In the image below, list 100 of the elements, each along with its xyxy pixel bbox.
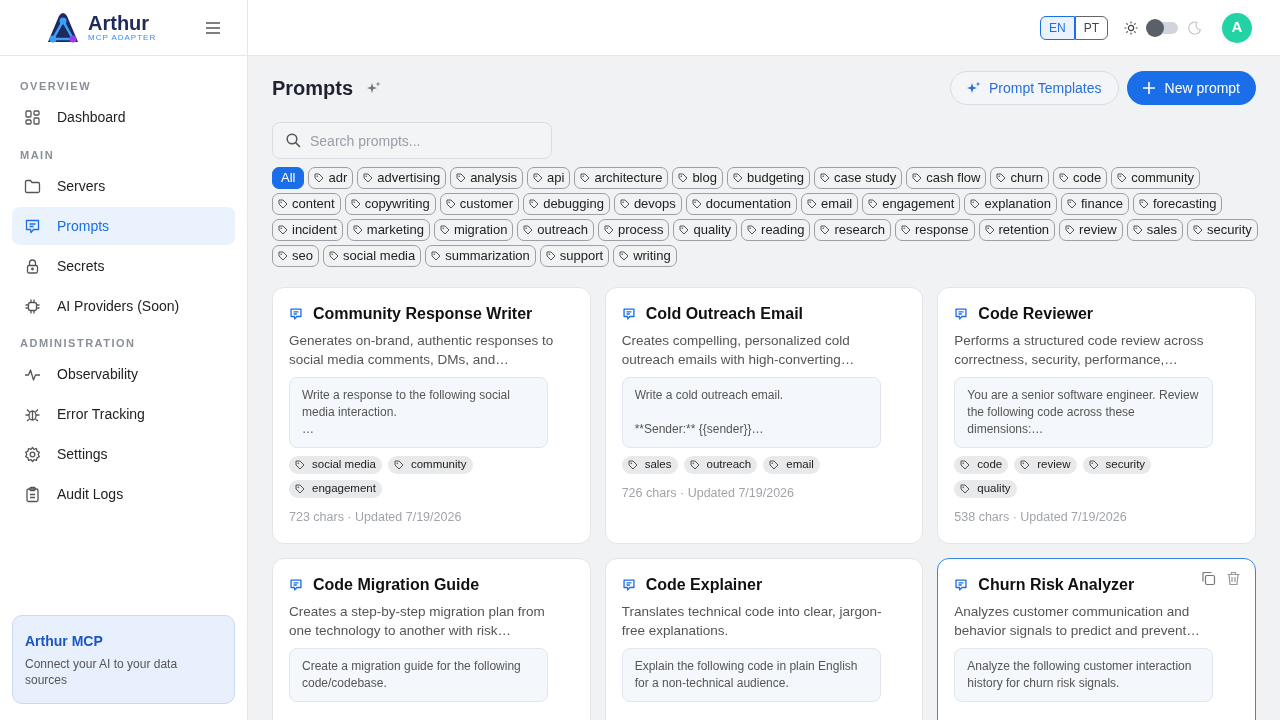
filter-chip[interactable]: process (597, 219, 670, 241)
sidebar-item[interactable]: Secrets (12, 247, 235, 285)
tag-icon (295, 484, 305, 494)
filter-chip[interactable]: api (527, 167, 571, 189)
filter-chip[interactable]: community (1111, 167, 1201, 189)
filter-chip[interactable]: review (1059, 219, 1123, 241)
filter-chip[interactable]: support (539, 245, 610, 267)
filter-chip[interactable]: budgeting (726, 167, 811, 189)
filter-chip[interactable]: security (1187, 219, 1258, 241)
filter-chip[interactable]: outreach (517, 219, 594, 241)
prompt-preview: Explain the following code in plain English for a non-technical audience. (621, 647, 881, 702)
sidebar-item[interactable]: Audit Logs (12, 475, 235, 514)
filter-chip[interactable]: retention (978, 219, 1056, 241)
tag-icon (868, 199, 879, 209)
section-label: OVERVIEW (19, 79, 93, 94)
filter-chip[interactable]: blog (672, 167, 723, 189)
menu-icon[interactable] (205, 20, 221, 35)
filter-chip[interactable]: architecture (574, 167, 669, 189)
filter-chip[interactable]: content (272, 193, 341, 215)
card-meta: 723 chars · Updated 7/19/2026 (289, 509, 463, 526)
chat-icon (24, 217, 41, 235)
copy-icon[interactable] (1201, 570, 1216, 586)
tag-icon (533, 173, 544, 183)
filter-chip[interactable]: All (272, 167, 305, 189)
tag-icon (278, 251, 288, 261)
filter-chip[interactable]: advertising (357, 167, 447, 189)
filter-chip[interactable]: migration (433, 219, 514, 241)
tag-icon (1058, 173, 1069, 183)
filter-chip[interactable]: engagement (862, 193, 961, 215)
tag-icon (603, 225, 614, 235)
filter-chip[interactable]: sales (1126, 219, 1184, 241)
tag-label: outreach (683, 456, 758, 474)
prompt-card[interactable]: Code Migration Guide Creates a step-by-step migration plan from one technology to another with risk… Create a migration guide for the following code/codebase. (272, 557, 591, 720)
card-title: Cold Outreach Email (645, 304, 804, 324)
card-description: Generates on-brand, authentic responses to social media comments, DMs, and… (289, 332, 555, 369)
chip-icon (24, 297, 41, 315)
prompt-templates-button[interactable]: Prompt Templates (949, 71, 1119, 105)
tag-icon (328, 251, 339, 261)
filter-chip[interactable]: marketing (346, 219, 430, 241)
tag-icon (350, 199, 361, 209)
tag-icon (960, 484, 971, 494)
sun-icon (1124, 20, 1138, 35)
card-meta: 726 chars · Updated 7/19/2026 (621, 485, 795, 502)
filter-chip[interactable]: reading (741, 219, 811, 241)
filter-chip[interactable]: response (895, 219, 975, 241)
filter-chip[interactable]: quality (673, 219, 738, 241)
moon-icon (1188, 20, 1202, 35)
filter-chip[interactable]: analysis (450, 167, 524, 189)
filter-chip[interactable]: forecasting (1132, 193, 1223, 215)
new-prompt-button[interactable]: New prompt (1126, 71, 1256, 105)
tag-icon (523, 225, 534, 235)
filter-chip[interactable]: summarization (425, 245, 536, 267)
chat-icon (289, 307, 303, 321)
sidebar-item[interactable]: Prompts (12, 207, 235, 245)
prompt-card[interactable]: Churn Risk Analyzer Analyzes customer communication and behavior signals to predict and prevent… Analyze the following customer interaction history for churn risk signals. (937, 557, 1256, 720)
filter-chip[interactable]: code (1052, 167, 1108, 189)
tag-label: email (763, 456, 820, 474)
sidebar-item[interactable]: AI Providers (Soon) (12, 287, 235, 325)
filter-chip[interactable]: case study (814, 167, 903, 189)
sidebar-item[interactable]: Dashboard (12, 98, 235, 137)
filter-chip[interactable]: adr (308, 167, 354, 189)
search-field[interactable]: Search prompts... (272, 122, 552, 159)
sidebar-item[interactable]: Observability (12, 355, 235, 394)
promo-text: Connect your AI to your data sources (25, 656, 179, 688)
sidebar-item[interactable]: Error Tracking (12, 395, 235, 434)
prompt-card[interactable] (272, 287, 591, 544)
prompt-card[interactable]: Code Explainer Translates technical code into clear, jargon-free explanations. Explain the following code in plain English for a non-technical audience. (604, 557, 924, 720)
trash-icon[interactable] (1226, 570, 1241, 586)
tag-icon (820, 225, 831, 235)
filter-chip[interactable]: finance (1060, 193, 1129, 215)
tag-icon (984, 225, 995, 235)
prompt-card[interactable]: Cold Outreach Email Creates compelling, personalized cold outreach emails with high-converting… Write a cold outreach email. **Sender:** {{sender}}… sales outreach email 726 chars · Updated 7/19/2026 (604, 287, 924, 544)
filter-chip[interactable]: cash flow (906, 167, 987, 189)
tag-icon (901, 225, 911, 235)
tag-icon (439, 225, 450, 235)
card-description: Analyzes customer communication and behavior signals to predict and prevent… (954, 602, 1201, 640)
filter-chip[interactable]: debugging (523, 193, 610, 215)
filter-chip[interactable]: incident (272, 219, 343, 241)
filter-chip[interactable]: copywriting (344, 193, 436, 215)
filter-chip[interactable]: customer (439, 193, 520, 215)
language-button[interactable]: EN (1040, 15, 1075, 40)
tag-icon (960, 460, 971, 470)
tag-icon (445, 199, 456, 209)
sidebar-item[interactable]: Settings (12, 435, 235, 474)
filter-chip[interactable]: seo (272, 245, 319, 267)
filter-chip[interactable]: devops (613, 193, 682, 215)
sidebar-item[interactable]: Servers (12, 167, 235, 205)
prompt-card[interactable] (937, 287, 1256, 544)
filter-chip[interactable]: email (801, 193, 859, 215)
filter-chip[interactable]: churn (990, 167, 1049, 189)
theme-toggle[interactable] (1148, 21, 1178, 34)
tag-icon (1117, 173, 1128, 183)
filter-chip[interactable]: explanation (964, 193, 1057, 215)
filter-chip[interactable]: social media (322, 245, 422, 267)
search-icon (286, 133, 301, 148)
filter-chip[interactable]: research (814, 219, 891, 241)
language-button[interactable]: PT (1074, 15, 1108, 40)
filter-chip[interactable]: documentation (685, 193, 798, 215)
tag-icon (314, 173, 325, 183)
filter-chip[interactable]: writing (613, 245, 677, 267)
